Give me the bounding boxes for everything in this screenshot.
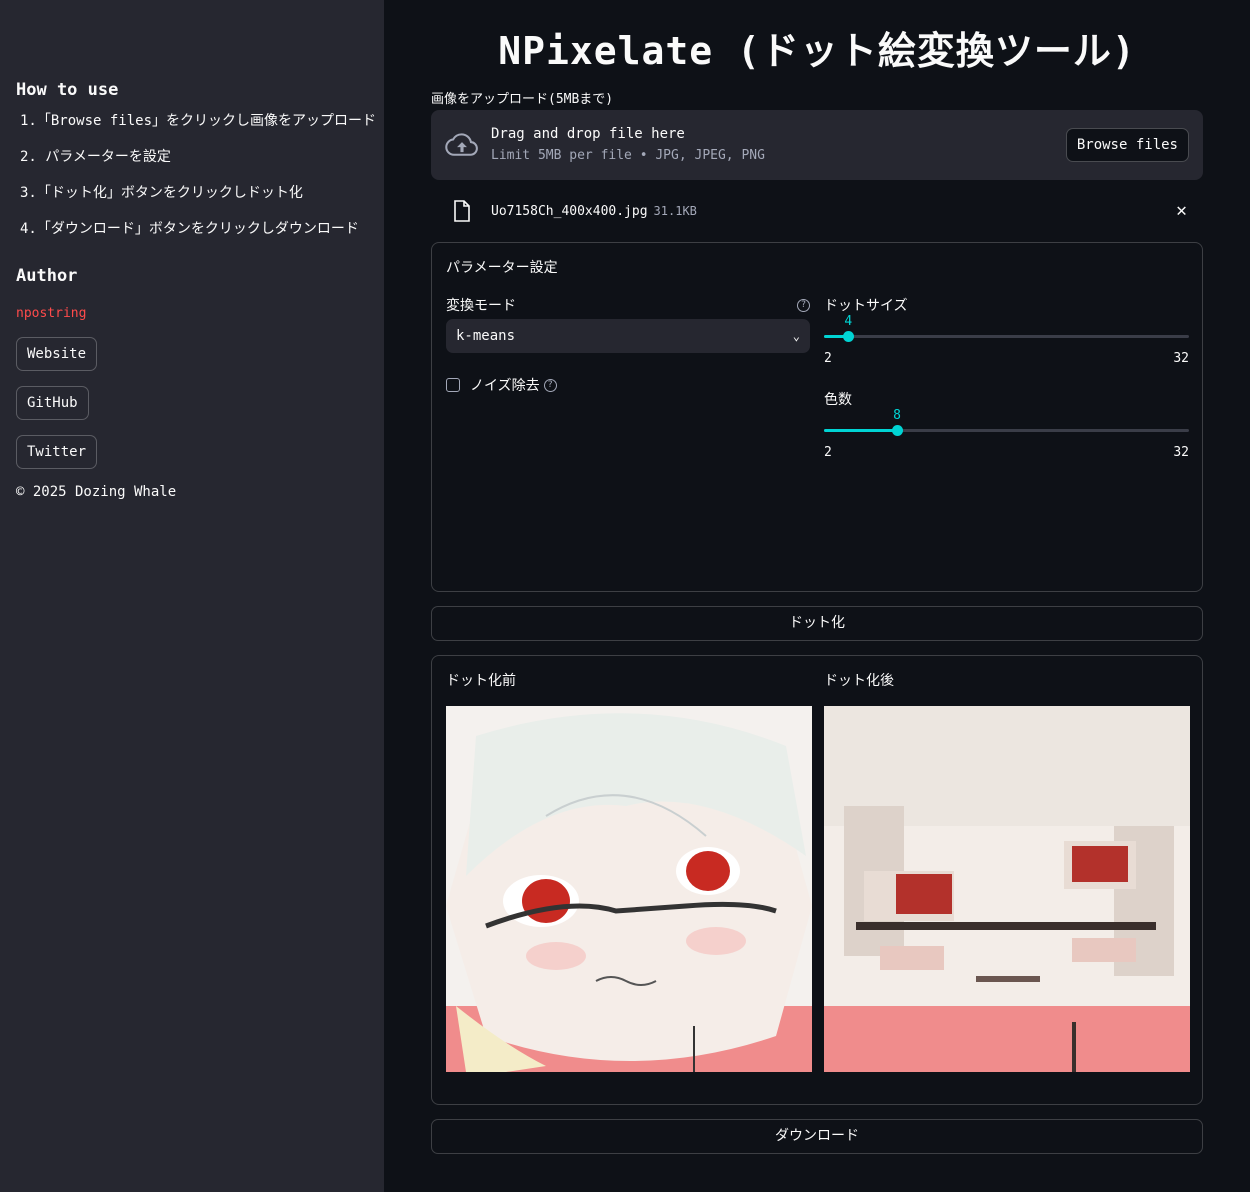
- slider-thumb[interactable]: [892, 425, 903, 436]
- page-title: NPixelate (ドット絵変換ツール): [498, 29, 1136, 73]
- slider-min: 2: [824, 351, 832, 366]
- author-heading: Author: [16, 266, 78, 286]
- drop-text: Drag and drop file here: [491, 126, 685, 142]
- how-to-step: 2. パラメーターを設定: [20, 149, 171, 165]
- download-button[interactable]: ダウンロード: [431, 1119, 1203, 1154]
- how-to-step: 3.「ドット化」ボタンをクリックしドット化: [20, 185, 303, 201]
- limit-text: Limit 5MB per file • JPG, JPEG, PNG: [491, 148, 765, 163]
- slider-track: [824, 331, 1189, 342]
- website-button[interactable]: Website: [16, 337, 98, 371]
- file-size: 31.1KB: [653, 204, 697, 218]
- slider-thumb[interactable]: [843, 331, 855, 342]
- chevron-down-icon: ⌄: [792, 329, 800, 343]
- uploaded-file: Uo7158Ch_400x400.jpg 31.1KB ✕: [431, 180, 1203, 242]
- colors-slider[interactable]: 色数 8 2 32: [824, 389, 1189, 461]
- sidebar: How to use 1.「Browse files」をクリックし画像をアップロ…: [0, 0, 384, 1192]
- dot-size-label: ドットサイズ: [824, 298, 908, 314]
- pixelated-image: [824, 706, 1190, 1072]
- upload-label: 画像をアップロード(5MBまで): [431, 92, 614, 107]
- how-to-step: 4.「ダウンロード」ボタンをクリックしダウンロード: [20, 221, 359, 237]
- how-to-list: 1.「Browse files」をクリックし画像をアップロード 2. パラメータ…: [16, 112, 377, 238]
- mode-select[interactable]: k-means ⌄: [446, 319, 810, 353]
- mode-value: k-means: [456, 328, 516, 344]
- denoise-checkbox[interactable]: [446, 378, 460, 392]
- after-label: ドット化後: [824, 673, 894, 689]
- main-content: NPixelate (ドット絵変換ツール) 画像をアップロード(5MBまで) D…: [431, 0, 1203, 1154]
- author-link[interactable]: npostring: [16, 306, 368, 321]
- twitter-button[interactable]: Twitter: [16, 435, 98, 469]
- remove-file-icon[interactable]: ✕: [1176, 200, 1187, 221]
- parameter-settings: パラメーター設定 変換モード ? k-means ⌄ ノイズ除去 ? ドットサイ…: [431, 242, 1203, 592]
- slider-fill: [824, 429, 897, 432]
- slider-max: 32: [1173, 351, 1189, 366]
- file-icon: [454, 200, 470, 222]
- denoise-label: ノイズ除去: [470, 378, 540, 394]
- colors-label: 色数: [824, 392, 852, 408]
- dot-size-value: 4: [844, 314, 853, 329]
- slider-track: [824, 425, 1189, 436]
- convert-button[interactable]: ドット化: [431, 606, 1203, 641]
- browse-files-button[interactable]: Browse files: [1065, 128, 1189, 162]
- mode-label: 変換モード: [446, 298, 516, 314]
- dot-size-slider[interactable]: ドットサイズ 4 2 32: [824, 295, 1189, 367]
- github-button[interactable]: GitHub: [16, 386, 89, 420]
- slider-max: 32: [1173, 445, 1189, 460]
- file-name: Uo7158Ch_400x400.jpg: [491, 203, 648, 219]
- param-title: パラメーター設定: [446, 260, 558, 276]
- slider-min: 2: [824, 445, 832, 460]
- colors-value: 8: [893, 408, 901, 423]
- file-dropzone[interactable]: Drag and drop file here Limit 5MB per fi…: [431, 110, 1203, 180]
- image-comparison: ドット化前 ドット化後: [431, 655, 1203, 1105]
- how-to-step: 1.「Browse files」をクリックし画像をアップロード: [20, 113, 377, 129]
- how-to-heading: How to use: [16, 80, 119, 100]
- cloud-upload-icon: [445, 133, 478, 156]
- original-image: [446, 706, 812, 1072]
- before-label: ドット化前: [446, 673, 516, 689]
- copyright: © 2025 Dozing Whale: [16, 484, 177, 500]
- help-icon[interactable]: ?: [543, 378, 557, 392]
- help-icon[interactable]: ?: [797, 298, 810, 312]
